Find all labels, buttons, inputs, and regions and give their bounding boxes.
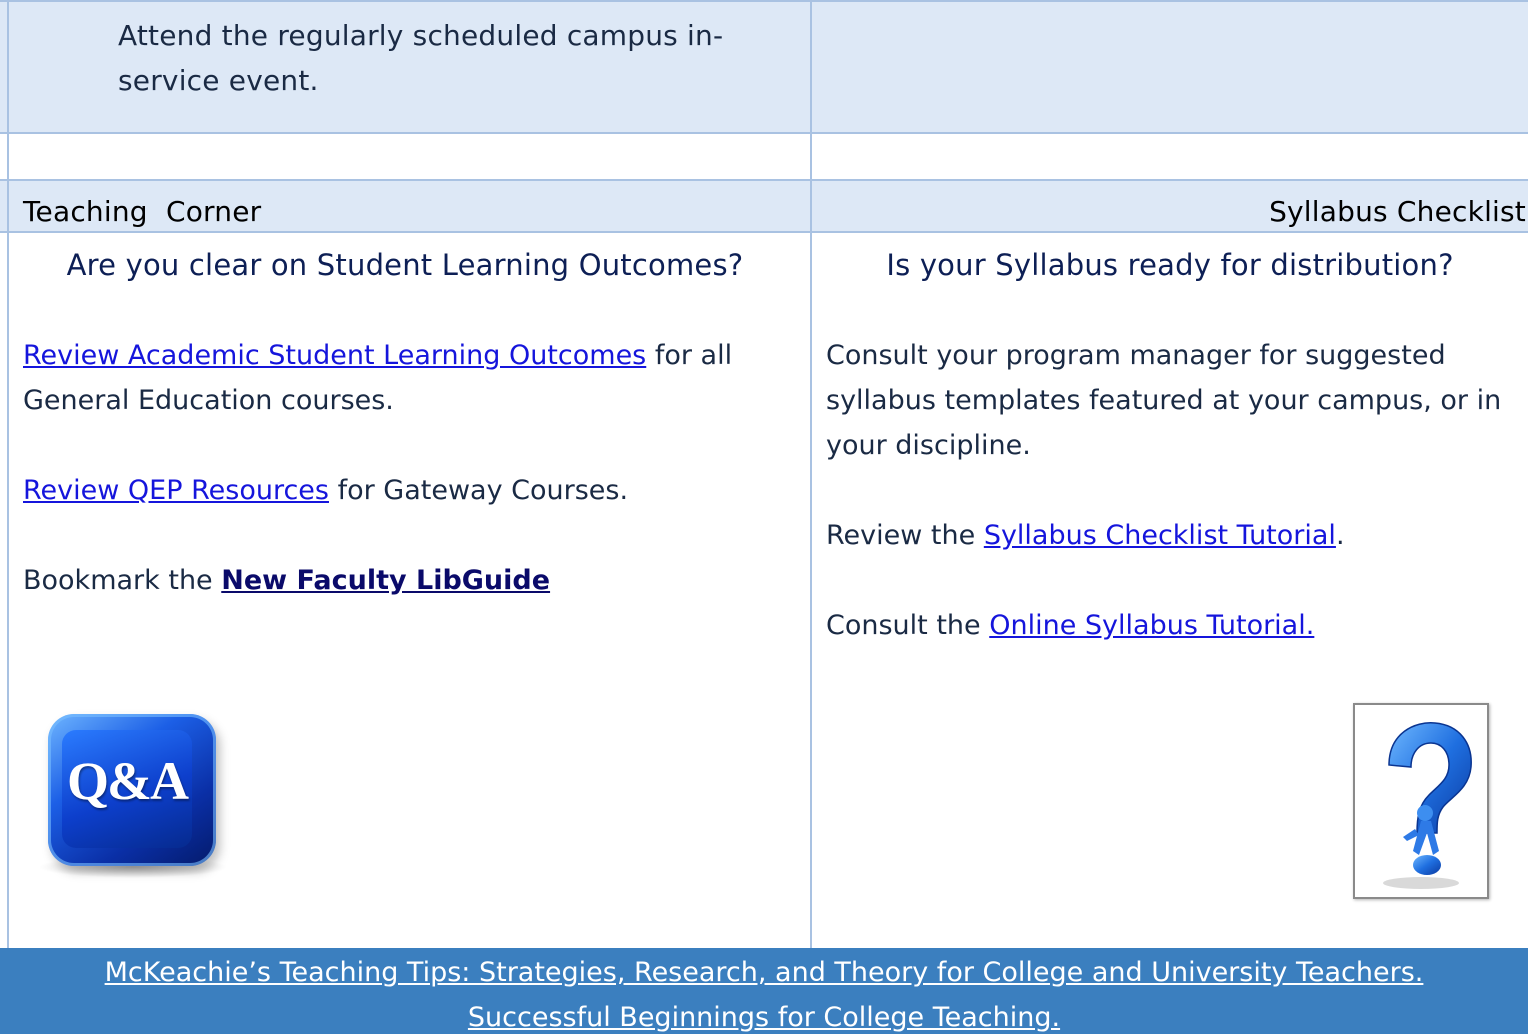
footer-line-1: McKeachie’s Teaching Tips: Strategies, R… — [0, 953, 1528, 993]
syllabus-checklist-paragraph: Review the Syllabus Checklist Tutorial. — [826, 513, 1516, 558]
row-divider — [0, 132, 1528, 134]
question-mark-icon — [1383, 722, 1472, 889]
online-syllabus-tutorial-link[interactable]: Online Syllabus Tutorial. — [989, 610, 1314, 641]
qa-cube-image: Q&A — [28, 688, 243, 893]
libguide-paragraph: Bookmark the New Faculty LibGuide — [23, 558, 793, 603]
qep-paragraph: Review QEP Resources for Gateway Courses… — [23, 468, 793, 513]
online-syllabus-paragraph: Consult the Online Syllabus Tutorial. — [826, 603, 1516, 648]
row-divider — [0, 179, 1528, 181]
question-mark-person-image — [1353, 703, 1489, 899]
qa-cube-face: Q&A — [62, 730, 192, 848]
table-border-top — [0, 0, 1528, 2]
checklist-suffix-text: . — [1335, 520, 1345, 551]
new-faculty-libguide-link[interactable]: New Faculty LibGuide — [221, 565, 550, 596]
footer-line-2: Successful Beginnings for College Teachi… — [0, 998, 1528, 1034]
syllabus-question-heading: Is your Syllabus ready for distribution? — [886, 248, 1454, 282]
newsletter-table: Attend the regularly scheduled campus in… — [0, 0, 1528, 1034]
slo-paragraph: Review Academic Student Learning Outcome… — [23, 333, 793, 423]
mckeachie-teaching-tips-link[interactable]: McKeachie’s Teaching Tips: Strategies, R… — [105, 957, 1424, 988]
qep-paragraph-text: for Gateway Courses. — [328, 475, 629, 506]
online-prefix-text: Consult the — [826, 610, 990, 641]
academic-slo-link[interactable]: Review Academic Student Learning Outcome… — [23, 340, 646, 371]
teaching-corner-heading: Teaching Corner — [23, 195, 262, 228]
syllabus-checklist-heading: Syllabus Checklist — [1269, 195, 1526, 228]
syllabus-checklist-tutorial-link[interactable]: Syllabus Checklist Tutorial — [984, 520, 1336, 551]
libguide-prefix-text: Bookmark the — [23, 565, 222, 596]
slo-question-heading: Are you clear on Student Learning Outcom… — [66, 248, 744, 282]
table-border-left — [7, 0, 9, 948]
qa-cube-shape: Q&A — [48, 714, 216, 866]
checklist-prefix-text: Review the — [826, 520, 984, 551]
inservice-text: Attend the regularly scheduled campus in… — [118, 19, 724, 97]
program-manager-paragraph: Consult your program manager for suggest… — [826, 340, 1502, 461]
column-divider — [810, 0, 812, 948]
successful-beginnings-link[interactable]: Successful Beginnings for College Teachi… — [468, 1002, 1060, 1033]
qa-image-label: Q&A — [67, 751, 189, 811]
qep-resources-link[interactable]: Review QEP Resources — [23, 475, 329, 506]
